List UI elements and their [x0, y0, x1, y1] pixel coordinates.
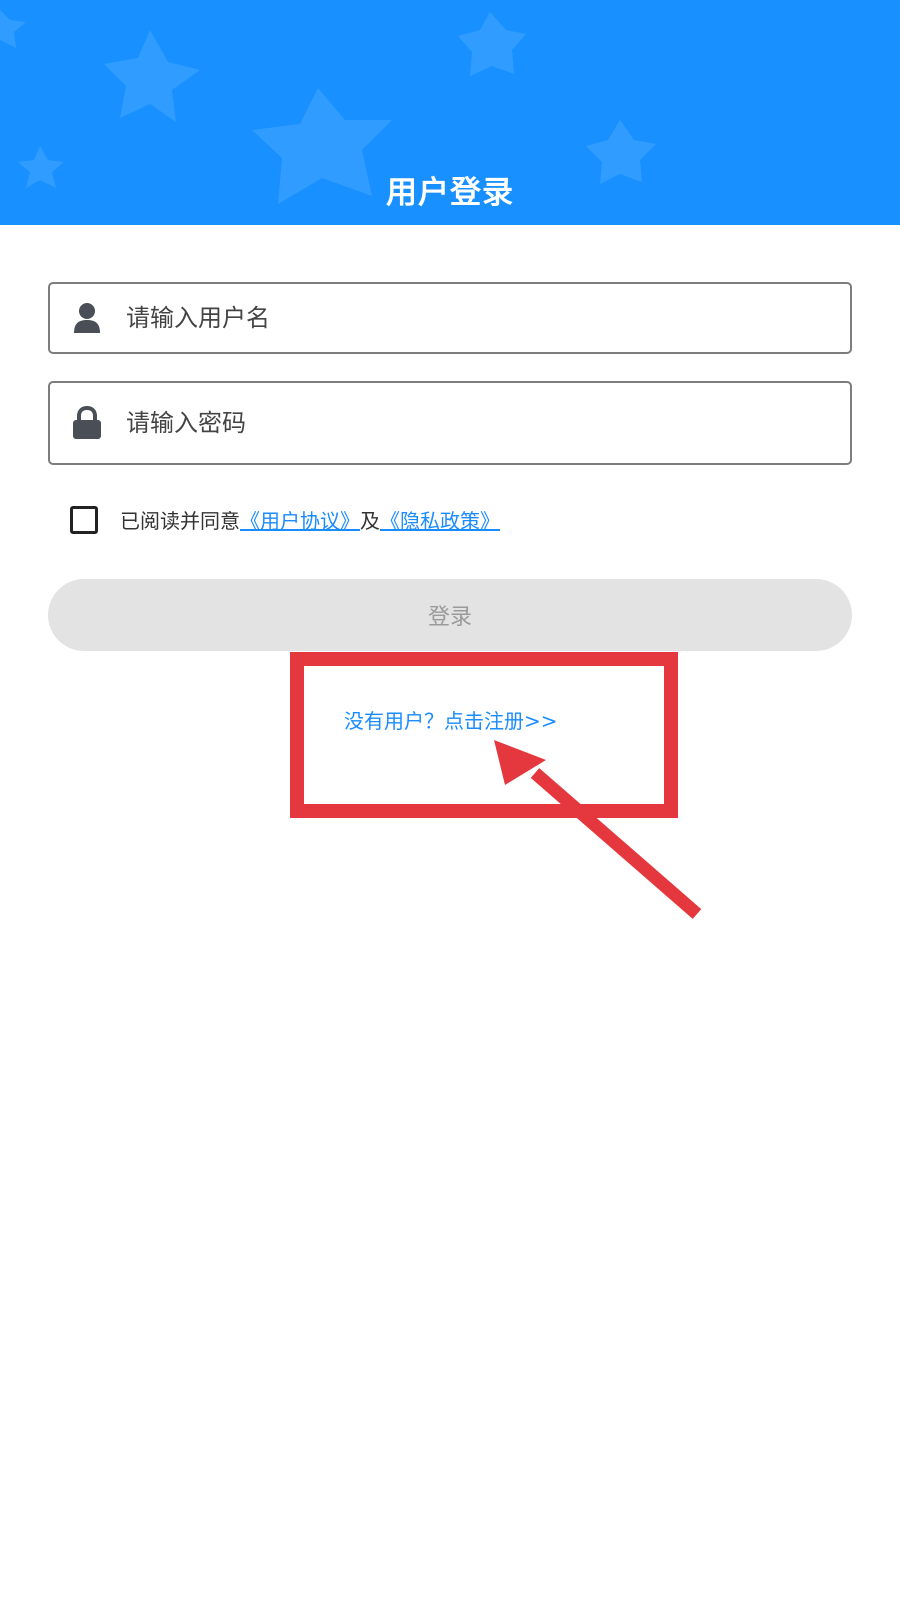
register-link[interactable]: 没有用户？点击注册>> [344, 705, 558, 734]
username-field[interactable] [48, 282, 852, 354]
user-icon [70, 301, 104, 335]
page-title: 用户登录 [386, 175, 514, 211]
login-button[interactable]: 登录 [48, 579, 852, 651]
username-input[interactable] [126, 284, 850, 352]
annotation-overlay [290, 652, 702, 919]
lock-icon [70, 406, 104, 440]
user-agreement-link[interactable]: 《用户协议》 [240, 505, 360, 534]
password-field[interactable] [48, 381, 852, 465]
privacy-policy-link[interactable]: 《隐私政策》 [380, 505, 500, 534]
agreement-prefix: 已阅读并同意 [120, 509, 240, 533]
login-page: 用户登录 已阅读并同意 《用户协议》 及 《隐私政策》 登录 没有用户？点击注册… [0, 0, 900, 1600]
pointer-arrow-shaft [530, 768, 702, 919]
highlight-box [290, 652, 678, 818]
agreement-checkbox[interactable] [70, 505, 98, 534]
agreement-conjunction: 及 [360, 509, 380, 533]
agreement-row: 已阅读并同意 《用户协议》 及 《隐私政策》 [70, 505, 500, 534]
pointer-arrow-head [494, 740, 546, 785]
header-banner: 用户登录 [0, 0, 900, 225]
password-input[interactable] [126, 383, 850, 463]
